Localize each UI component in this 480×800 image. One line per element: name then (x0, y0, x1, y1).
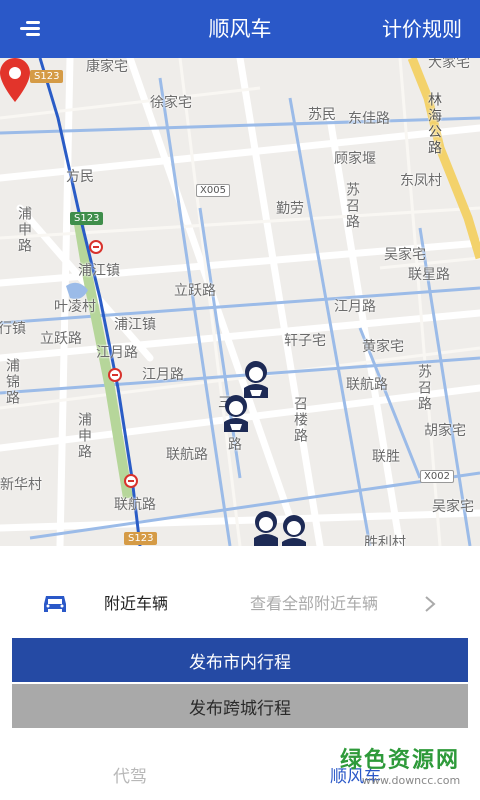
map-label: 大家宅 (428, 58, 470, 71)
map-label: 浦申路 (76, 412, 92, 460)
map-label: 江月路 (334, 299, 376, 315)
map-label: 召楼路 (292, 396, 308, 444)
map-label: 浦江镇 (78, 263, 120, 279)
map-label: 苏召路 (344, 182, 360, 230)
map-label: 江月路 (142, 367, 184, 383)
map-label: 立跃路 (174, 283, 216, 299)
map-label: 徐家宅 (150, 95, 192, 111)
map-label: 勤劳 (276, 201, 304, 217)
map-label: 轩子宅 (284, 333, 326, 349)
post-city-trip-button[interactable]: 发布市内行程 (12, 638, 468, 682)
map-label: 联航路 (346, 377, 388, 393)
map-label: 路 (228, 437, 242, 453)
map-label: 浦锦路 (4, 358, 20, 406)
map-label: 东凤村 (400, 173, 442, 189)
nearby-vehicles-label: 附近车辆 (104, 594, 169, 613)
map-label: 黄家宅 (362, 339, 404, 355)
location-pin-icon[interactable] (0, 58, 30, 102)
road-shield: S123 (70, 212, 104, 225)
map-label: 胜利村 (364, 535, 406, 546)
car-icon (44, 596, 66, 612)
map-label: 新华村 (0, 477, 42, 493)
map-label: 浦申路 (16, 206, 32, 254)
metro-station-icon[interactable] (124, 474, 138, 488)
watermark-text: 绿色资源网 (340, 748, 461, 773)
map-label: 康家宅 (86, 59, 128, 75)
car-marker-icon[interactable] (220, 394, 252, 434)
map-label: 吴家宅 (432, 499, 474, 515)
car-marker-icon[interactable] (278, 514, 310, 546)
map-label: 苏召路 (416, 364, 432, 412)
map-label: 联星路 (408, 267, 450, 283)
map-label: 东佳路 (348, 111, 390, 127)
map-label: 顾家堰 (334, 151, 376, 167)
road-code: X005 (196, 184, 230, 197)
tab-designated-driver[interactable]: 代驾 (113, 762, 147, 787)
watermark-url: www.downcc.com (362, 774, 461, 787)
chevron-right-icon (425, 596, 436, 612)
road-code: X002 (420, 470, 454, 483)
metro-station-icon[interactable] (108, 368, 122, 382)
watermark: 绿色资源网 www.downcc.com (340, 742, 470, 794)
road-shield: S123 (124, 532, 158, 545)
map-label: 立跃路 (40, 331, 82, 347)
map-label: 方民 (66, 169, 94, 185)
map-label: 联胜 (372, 449, 400, 465)
metro-station-icon[interactable] (89, 240, 103, 254)
view-all-nearby-link[interactable]: 查看全部附近车辆 (250, 593, 378, 615)
map-label: 苏民 (308, 107, 336, 123)
map-label: 胡家宅 (424, 423, 466, 439)
top-app-bar: 顺风车 计价规则 (0, 0, 480, 58)
post-intercity-trip-button[interactable]: 发布跨城行程 (12, 684, 468, 728)
nearby-vehicles-row[interactable]: 附近车辆 查看全部附近车辆 (0, 578, 480, 630)
map-label: 浦江镇 (114, 317, 156, 333)
pricing-rules-link[interactable]: 计价规则 (382, 16, 462, 42)
map-label: 联航路 (114, 497, 156, 513)
road-shield: S123 (30, 70, 64, 83)
map-label: 林海公路 (426, 92, 442, 156)
map-label: 叶凌村 (54, 299, 96, 315)
map-label: 吴家宅 (384, 247, 426, 263)
map-view[interactable]: 康家宅 徐家宅 苏民 东佳路 顾家堰 东凤村 方民 勤劳 苏召路 吴家宅 浦申路… (0, 58, 480, 546)
map-label: 江月路 (96, 345, 138, 361)
map-label: 联航路 (166, 447, 208, 463)
map-label: 行镇 (0, 321, 26, 337)
